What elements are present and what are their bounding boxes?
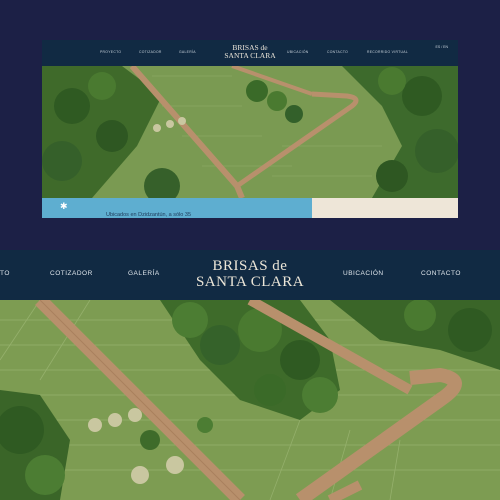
mockup-nav-proyecto[interactable]: PROYECTO: [100, 50, 121, 54]
mockup-nav-bar: PROYECTO COTIZADOR GALERÍA BRISAS de SAN…: [42, 40, 458, 66]
site-logo[interactable]: BRISAS de SANTA CLARA: [180, 258, 320, 290]
nav-item-galeria[interactable]: GALERÍA: [128, 270, 160, 277]
mockup-logo-line2: SANTA CLARA: [224, 51, 276, 60]
nav-item-proyecto-partial[interactable]: TO: [0, 270, 10, 277]
mockup-band-text: Ubicados en Dzidzantún, a sólo 35: [106, 212, 191, 218]
nav-item-contacto[interactable]: CONTACTO: [421, 270, 461, 277]
mockup-beige-panel: [312, 198, 458, 218]
logo-line2: SANTA CLARA: [195, 274, 305, 290]
logo-line1: BRISAS de: [212, 258, 288, 274]
mockup-logo[interactable]: BRISAS de SANTA CLARA: [215, 44, 285, 60]
mockup-hero-aerial-image: [42, 66, 458, 198]
mockup-nav-galeria[interactable]: GALERÍA: [179, 50, 196, 54]
header-nav-bar: TO COTIZADOR GALERÍA BRISAS de SANTA CLA…: [0, 250, 500, 300]
nav-item-cotizador[interactable]: COTIZADOR: [50, 270, 93, 277]
nav-item-ubicacion[interactable]: UBICACIÓN: [343, 270, 384, 277]
mockup-nav-cotizador[interactable]: COTIZADOR: [139, 50, 162, 54]
mockup-language-switch[interactable]: ES / EN: [436, 45, 448, 49]
hero-aerial-image: [0, 300, 500, 500]
star-icon: ✱: [60, 201, 68, 211]
mockup-nav-ubicacion[interactable]: UBICACIÓN: [287, 50, 309, 54]
mockup-nav-contacto[interactable]: CONTACTO: [327, 50, 348, 54]
mockup-nav-recorrido[interactable]: RECORRIDO VIRTUAL: [367, 50, 408, 54]
website-mockup: PROYECTO COTIZADOR GALERÍA BRISAS de SAN…: [42, 40, 458, 218]
mockup-info-band: ✱ Ubicados en Dzidzantún, a sólo 35: [42, 198, 312, 218]
